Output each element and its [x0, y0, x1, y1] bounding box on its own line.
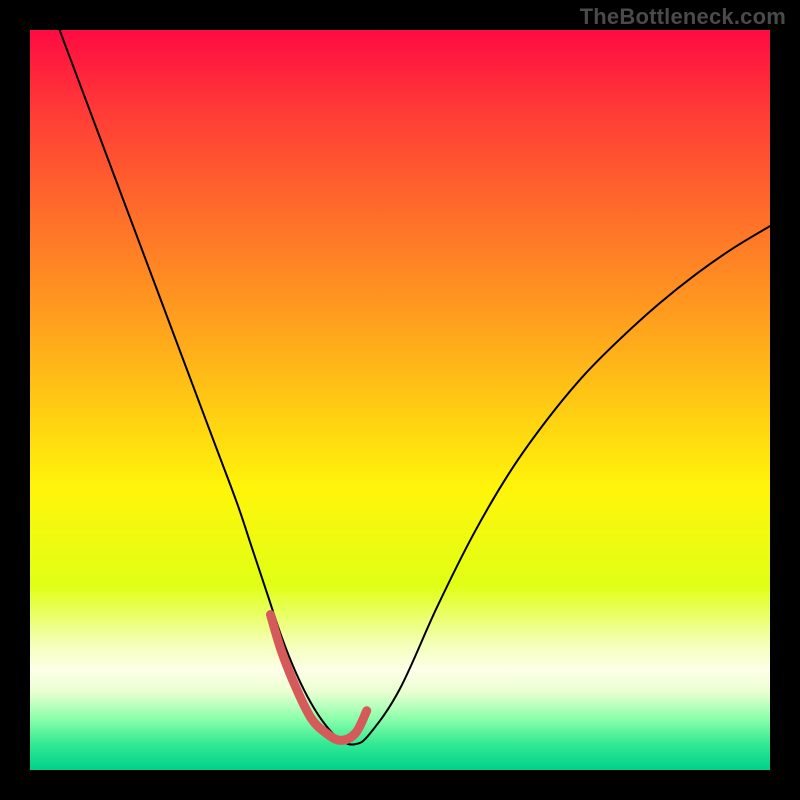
plot-area [30, 30, 770, 770]
watermark-text: TheBottleneck.com [580, 4, 786, 30]
chart-frame: TheBottleneck.com [0, 0, 800, 800]
sweet-spot-highlight [271, 615, 367, 741]
bottleneck-curve [60, 30, 770, 745]
curve-layer [30, 30, 770, 770]
